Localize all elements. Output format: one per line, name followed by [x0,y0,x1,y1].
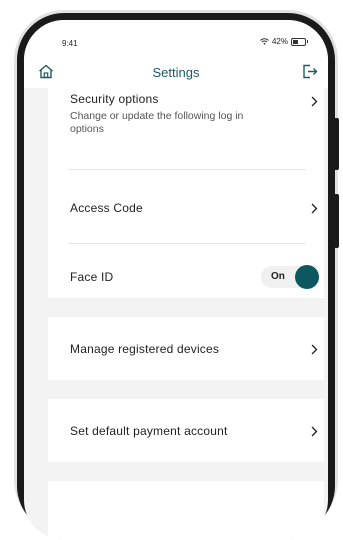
wifi-icon [260,38,269,45]
default-payment-card[interactable]: Set default payment account [48,399,324,462]
default-payment-label: Set default payment account [70,424,228,438]
phone-frame: 9:41 42% Settings Security options Chang… [14,10,338,540]
status-bar: 9:41 42% [24,20,328,56]
manage-devices-label: Manage registered devices [70,342,220,356]
access-code-label: Access Code [70,201,143,215]
divider [68,169,306,170]
screen: 9:41 42% Settings Security options Chang… [24,20,328,540]
page-title: Settings [152,65,200,80]
next-settings-card[interactable] [48,481,324,540]
phone-bezel: 9:41 42% Settings Security options Chang… [17,13,335,540]
chevron-right-icon [311,96,318,107]
face-id-label: Face ID [70,270,114,284]
divider [68,243,306,244]
phone-side-button [334,118,339,170]
access-code-row[interactable]: Access Code [48,196,324,218]
security-options-title: Security options [70,92,159,106]
status-time: 9:41 [62,39,78,48]
face-id-row: Face ID On [48,264,324,289]
phone-side-button [334,194,339,248]
app-header: Settings [24,56,328,88]
security-options-subtitle: Change or update the following log in op… [70,110,244,135]
chevron-right-icon [311,426,318,437]
status-indicators: 42% [260,37,308,46]
manage-devices-card[interactable]: Manage registered devices [48,317,324,380]
logout-icon[interactable] [302,64,318,84]
security-options-row[interactable]: Security options Change or update the fo… [48,92,324,136]
battery-icon [291,37,308,46]
chevron-right-icon [311,344,318,355]
security-options-card: Security options Change or update the fo… [48,88,324,298]
battery-percent: 42% [271,37,288,46]
toggle-state-label: On [271,271,285,282]
face-id-toggle[interactable]: On [261,265,319,289]
chevron-right-icon [311,203,318,214]
toggle-knob [295,265,319,289]
